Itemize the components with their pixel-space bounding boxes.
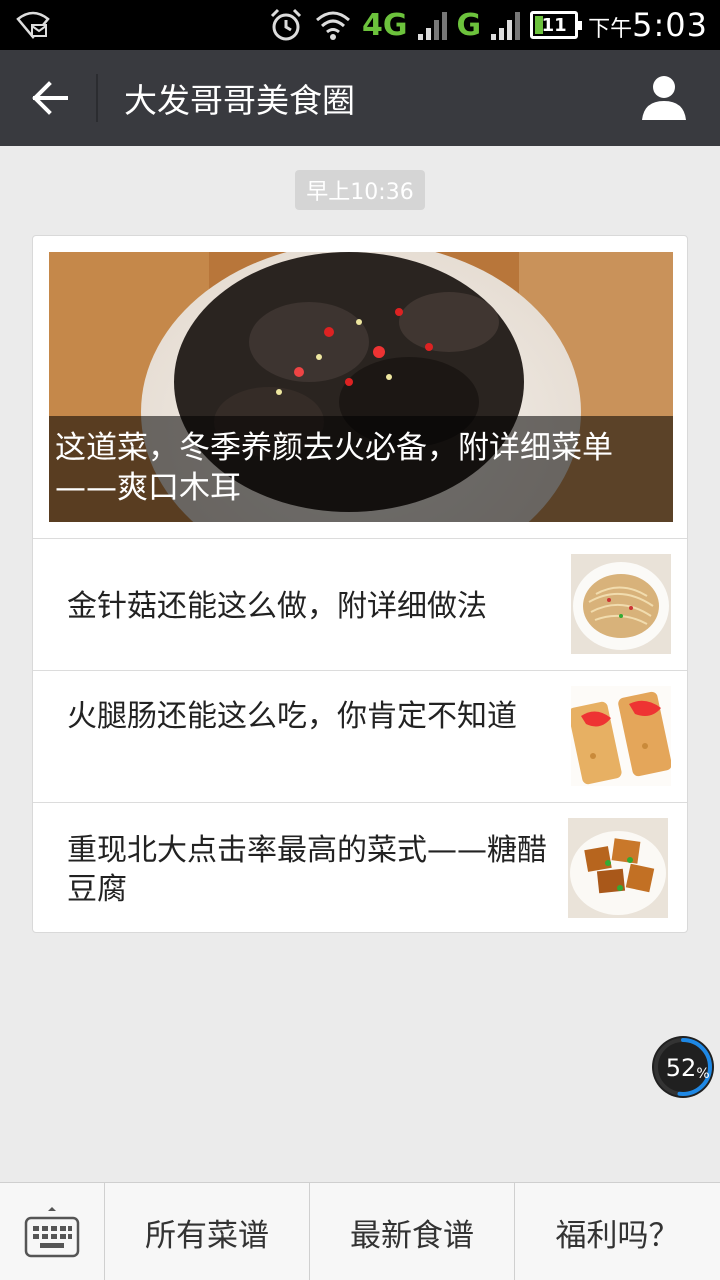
time: 5:03 [632, 6, 708, 44]
profile-icon[interactable] [638, 72, 690, 124]
menu-button-label: 福利吗？ [555, 1217, 680, 1254]
article-list-item[interactable]: 重现北大点击率最高的菜式——糖醋豆腐 [33, 802, 687, 934]
article-title: 重现北大点击率最高的菜式——糖醋豆腐 [67, 833, 547, 907]
wifi-icon [316, 11, 350, 40]
notification-icon [16, 11, 50, 39]
back-arrow-icon [32, 81, 68, 115]
keyboard-icon [24, 1207, 80, 1258]
menu-button-benefits[interactable]: 福利吗？ [514, 1183, 720, 1280]
cover-article[interactable]: 这道菜，冬季养颜去火必备，附详细菜单——爽口木耳 [49, 252, 673, 522]
progress-percent-sign: % [696, 1066, 709, 1082]
signal-bars-icon [491, 10, 521, 40]
battery-icon: 11 [530, 11, 583, 39]
article-list-item[interactable]: 金针菇还能这么做，附详细做法 [33, 538, 687, 670]
menu-button-label: 最新食谱 [350, 1217, 474, 1254]
message-timestamp: 早上10:36 [295, 170, 425, 210]
article-title: 火腿肠还能这么吃，你肯定不知道 [67, 699, 517, 734]
alarm-icon [270, 8, 302, 41]
status-bar: 4G G 11 下午 5:03 [0, 0, 720, 50]
network-g-label: G [456, 7, 482, 43]
cover-title: 这道菜，冬季养颜去火必备，附详细菜单——爽口木耳 [55, 430, 613, 506]
title-bar: 大发哥哥美食圈 [0, 50, 720, 146]
clock: 下午 5:03 [588, 6, 708, 44]
title-divider [96, 74, 98, 122]
back-button[interactable] [20, 68, 80, 128]
keyboard-toggle-button[interactable] [0, 1183, 104, 1280]
menu-button-label: 所有菜谱 [145, 1217, 269, 1254]
article-card: 这道菜，冬季养颜去火必备，附详细菜单——爽口木耳 金针菇还能这么做，附详细做法 … [32, 235, 688, 933]
progress-badge[interactable]: 52 % [651, 1035, 715, 1099]
cover-caption-overlay: 这道菜，冬季养颜去火必备，附详细菜单——爽口木耳 [49, 416, 673, 522]
signal-bars-icon [417, 10, 447, 40]
progress-percent-number: 52 [666, 1054, 697, 1082]
battery-level: 11 [541, 14, 567, 36]
article-thumbnail-sausage [571, 686, 671, 786]
article-title: 金针菇还能这么做，附详细做法 [67, 589, 487, 624]
menu-button-all-recipes[interactable]: 所有菜谱 [104, 1183, 309, 1280]
time-prefix: 下午 [588, 17, 633, 42]
menu-button-latest-recipes[interactable]: 最新食谱 [309, 1183, 514, 1280]
article-thumbnail-tofu [568, 818, 668, 918]
article-thumbnail-enoki [571, 554, 671, 654]
network-4g-label: 4G [362, 7, 408, 43]
article-list-item[interactable]: 火腿肠还能这么吃，你肯定不知道 [33, 670, 687, 802]
page-title: 大发哥哥美食圈 [124, 81, 355, 120]
bottom-menu-bar: 所有菜谱 最新食谱 福利吗？ [0, 1182, 720, 1280]
